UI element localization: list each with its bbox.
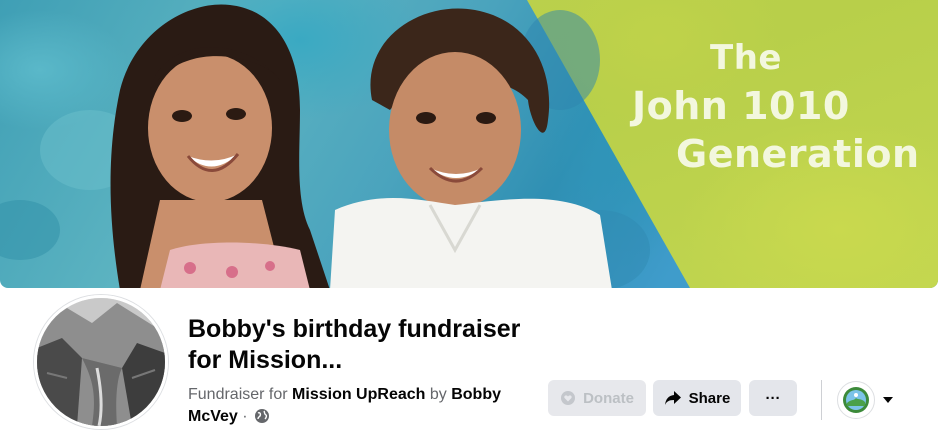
meta-separator: · bbox=[242, 408, 248, 425]
cover-title-line-1: The bbox=[710, 38, 782, 78]
share-button-label: Share bbox=[688, 389, 731, 407]
more-options-button[interactable]: ··· bbox=[749, 380, 797, 416]
more-options-label: ··· bbox=[765, 389, 781, 407]
share-arrow-icon bbox=[664, 390, 682, 406]
canyon-landscape-image bbox=[37, 298, 165, 426]
donate-button-label: Donate bbox=[583, 389, 634, 407]
meta-by: by bbox=[429, 386, 447, 403]
share-button[interactable]: Share bbox=[653, 380, 741, 416]
cover-photo: The John 1010 Generation bbox=[0, 0, 938, 288]
meta-prefix: Fundraiser for bbox=[188, 386, 288, 403]
actions-divider bbox=[821, 380, 822, 420]
donate-button[interactable]: Donate bbox=[548, 380, 646, 416]
fundraiser-avatar[interactable] bbox=[34, 295, 168, 429]
mission-upreach-logo-icon bbox=[843, 387, 869, 413]
organization-link[interactable]: Mission UpReach bbox=[292, 386, 425, 403]
page-title: Bobby's birthday fundraiser for Mission.… bbox=[188, 315, 521, 374]
heart-coin-icon bbox=[560, 390, 576, 406]
organization-profile-button[interactable] bbox=[837, 381, 875, 419]
caret-down-icon[interactable] bbox=[880, 392, 896, 408]
fundraiser-meta: Fundraiser for Mission UpReach by Bobby … bbox=[188, 384, 538, 431]
globe-icon[interactable] bbox=[254, 408, 270, 431]
cover-title-line-3: Generation bbox=[676, 132, 920, 176]
cover-title-line-2: John 1010 bbox=[632, 84, 850, 128]
